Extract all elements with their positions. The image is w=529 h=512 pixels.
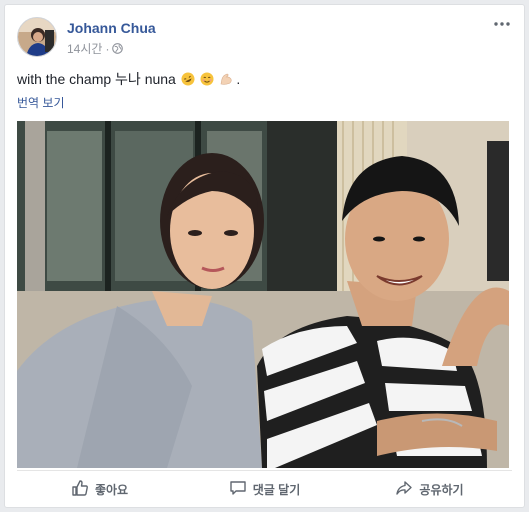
post-text-body: with the champ 누나 nuna (17, 71, 176, 87)
share-icon (395, 479, 413, 500)
post-header: Johann Chua 14시간 · (17, 17, 512, 59)
like-button[interactable]: 좋아요 (17, 471, 182, 507)
comment-label: 댓글 달기 (252, 482, 301, 497)
more-dots-icon[interactable] (492, 17, 512, 31)
post-text: with the champ 누나 nuna . (17, 69, 240, 89)
share-button[interactable]: 공유하기 (347, 471, 512, 507)
share-label: 공유하기 (419, 482, 464, 497)
avatar[interactable] (17, 17, 57, 57)
translate-link[interactable]: 번역 보기 (17, 94, 65, 111)
post-card: Johann Chua 14시간 · with the champ 누나 nun… (4, 4, 525, 508)
comment-icon (229, 479, 247, 500)
thumbs-up-icon (71, 479, 89, 500)
post-actions: 좋아요 댓글 달기 공유하기 (17, 470, 512, 507)
meta-separator: · (105, 41, 110, 56)
smiling-face-emoji (200, 72, 214, 86)
like-label: 좋아요 (94, 482, 129, 497)
rolling-on-floor-laughing-emoji (181, 72, 195, 86)
post-photo[interactable] (17, 121, 509, 468)
globe-icon[interactable] (112, 43, 124, 54)
post-meta: 14시간 · (67, 40, 124, 57)
post-text-end: . (236, 71, 241, 87)
flexed-biceps-emoji (219, 72, 233, 86)
post-time[interactable]: 14시간 (67, 40, 102, 57)
author-name[interactable]: Johann Chua (67, 20, 156, 36)
comment-button[interactable]: 댓글 달기 (182, 471, 347, 507)
